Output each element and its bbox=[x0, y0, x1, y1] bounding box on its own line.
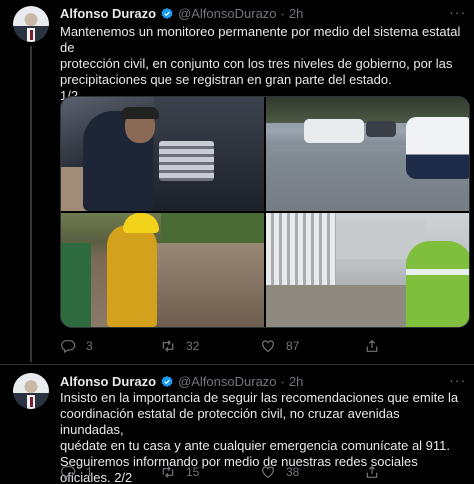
media-grid bbox=[60, 96, 470, 328]
photo-officer-truck[interactable] bbox=[61, 97, 264, 211]
retweet-button[interactable]: 32 bbox=[160, 338, 260, 354]
tweet-header: Alfonso Durazo @AlfonsoDurazo · 2h bbox=[60, 374, 303, 389]
share-button[interactable] bbox=[364, 464, 390, 480]
reply-icon bbox=[61, 340, 76, 354]
tweet-text-line: Insisto en la importancia de seguir las … bbox=[60, 390, 459, 405]
photo-street-inspection[interactable] bbox=[266, 213, 469, 327]
share-icon bbox=[366, 339, 378, 352]
thread-line bbox=[30, 46, 32, 362]
author-handle[interactable]: @AlfonsoDurazo bbox=[178, 374, 276, 389]
more-options-icon[interactable]: ··· bbox=[449, 372, 466, 388]
reply-button[interactable]: 3 bbox=[60, 338, 160, 354]
author-name[interactable]: Alfonso Durazo bbox=[60, 6, 156, 21]
retweet-count: 15 bbox=[186, 465, 200, 479]
like-count: 87 bbox=[286, 339, 300, 353]
separator-dot: · bbox=[280, 374, 285, 389]
retweet-button[interactable]: 15 bbox=[160, 464, 260, 480]
avatar[interactable] bbox=[13, 373, 49, 409]
tweet-text-line: Mantenemos un monitoreo permanente por m… bbox=[60, 24, 461, 55]
tweet-actions: 3 32 87 bbox=[60, 338, 460, 354]
timestamp[interactable]: 2h bbox=[289, 6, 303, 21]
reply-button[interactable]: 1 bbox=[60, 464, 160, 480]
tweet-text-line: quédate en tu casa y ante cualquier emer… bbox=[60, 438, 451, 453]
verified-badge-icon bbox=[160, 7, 174, 21]
like-button[interactable]: 87 bbox=[260, 338, 360, 354]
heart-icon bbox=[262, 466, 274, 479]
retweet-icon bbox=[162, 466, 174, 478]
heart-icon bbox=[262, 340, 274, 353]
share-icon bbox=[366, 465, 378, 478]
like-button[interactable]: 38 bbox=[260, 464, 360, 480]
photo-flooded-street-police[interactable] bbox=[266, 97, 469, 211]
timestamp[interactable]: 2h bbox=[289, 374, 303, 389]
retweet-icon bbox=[162, 340, 174, 352]
tweet-actions: 1 15 38 bbox=[60, 464, 460, 480]
like-count: 38 bbox=[286, 465, 300, 479]
reply-count: 1 bbox=[86, 465, 93, 479]
tweet-text-line: protección civil, en conjunto con los tr… bbox=[60, 56, 453, 71]
more-options-icon[interactable]: ··· bbox=[449, 4, 466, 20]
author-handle[interactable]: @AlfonsoDurazo bbox=[178, 6, 276, 21]
tweet-text-line: precipitaciones que se registran en gran… bbox=[60, 72, 392, 87]
tweet-text: Mantenemos un monitoreo permanente por m… bbox=[60, 24, 466, 104]
tweet[interactable]: Alfonso Durazo @AlfonsoDurazo · 2h ··· I… bbox=[0, 366, 474, 484]
avatar[interactable] bbox=[13, 6, 49, 42]
reply-icon bbox=[61, 466, 76, 480]
verified-badge-icon bbox=[160, 375, 174, 389]
tweet-divider bbox=[0, 364, 474, 365]
retweet-count: 32 bbox=[186, 339, 200, 353]
photo-rescue-worker-flood[interactable] bbox=[61, 213, 264, 327]
tweet[interactable]: Alfonso Durazo @AlfonsoDurazo · 2h ··· M… bbox=[0, 0, 474, 362]
separator-dot: · bbox=[280, 6, 285, 21]
share-button[interactable] bbox=[364, 338, 390, 354]
tweet-text-line: coordinación estatal de protección civil… bbox=[60, 406, 400, 437]
reply-count: 3 bbox=[86, 339, 93, 353]
author-name[interactable]: Alfonso Durazo bbox=[60, 374, 156, 389]
tweet-header: Alfonso Durazo @AlfonsoDurazo · 2h bbox=[60, 6, 303, 21]
